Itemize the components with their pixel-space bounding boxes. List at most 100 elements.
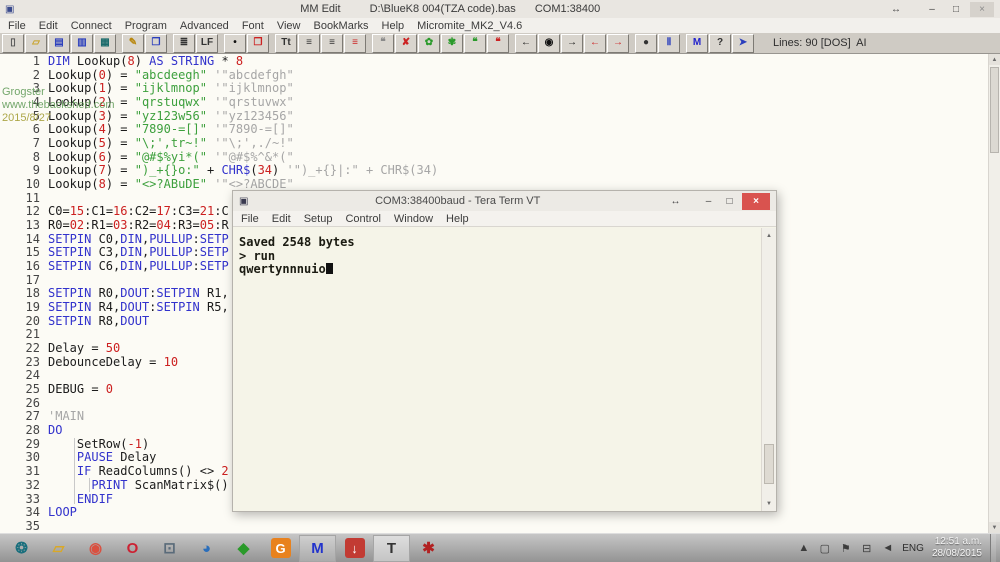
comment-bubble-button[interactable]: ❝ bbox=[372, 34, 394, 53]
mmedit-home-button[interactable]: M bbox=[686, 34, 708, 53]
save-as-button[interactable]: ▥ bbox=[71, 34, 93, 53]
jump-back-button[interactable]: ← bbox=[584, 34, 606, 53]
editor-scrollbar-thumb[interactable] bbox=[990, 67, 999, 153]
menu-item-file[interactable]: File bbox=[8, 20, 26, 32]
jump-forward-button[interactable]: → bbox=[607, 34, 629, 53]
mmedit-window-buttons: ↔ –□ × bbox=[886, 2, 994, 17]
menu-item-help[interactable]: Help bbox=[446, 213, 469, 225]
align-marked-button[interactable]: ≡ bbox=[344, 34, 366, 53]
menu-item-advanced[interactable]: Advanced bbox=[180, 20, 229, 32]
code-segment: Lookup( bbox=[48, 177, 99, 191]
nav-forward-button[interactable]: → bbox=[561, 34, 583, 53]
resource-hacker-shortcut[interactable]: ✱ bbox=[410, 535, 447, 562]
scroll-down-icon[interactable]: ▼ bbox=[762, 498, 776, 509]
tt-minimize-button[interactable]: – bbox=[700, 194, 717, 209]
menu-item-program[interactable]: Program bbox=[125, 20, 167, 32]
tt-maximize-button[interactable]: □ bbox=[721, 194, 738, 209]
chrome-shortcut[interactable]: ◉ bbox=[77, 535, 114, 562]
volume-icon[interactable]: ◄ bbox=[877, 535, 898, 562]
show-desktop-button[interactable] bbox=[990, 534, 996, 562]
menu-item-connect[interactable]: Connect bbox=[71, 20, 112, 32]
menu-item-setup[interactable]: Setup bbox=[304, 213, 333, 225]
start-button[interactable]: ❂ bbox=[3, 535, 40, 562]
menu-item-edit[interactable]: Edit bbox=[272, 213, 291, 225]
bullet-button[interactable]: • bbox=[224, 34, 246, 53]
menu-item-file[interactable]: File bbox=[241, 213, 259, 225]
grab-drop-button[interactable]: ✾ bbox=[441, 34, 463, 53]
scroll-down-icon[interactable]: ▼ bbox=[989, 522, 1000, 533]
opera-shortcut[interactable]: O bbox=[114, 535, 151, 562]
menu-item-view[interactable]: View bbox=[277, 20, 301, 32]
menu-item-micromite_mk2_v4.6[interactable]: Micromite_MK2_V4.6 bbox=[417, 20, 522, 32]
delete-block-button[interactable]: ✘ bbox=[395, 34, 417, 53]
code-segment: 2 bbox=[99, 95, 106, 109]
mm-close-button[interactable]: × bbox=[970, 2, 994, 17]
print-button[interactable]: ▦ bbox=[94, 34, 116, 53]
terminal-scrollbar-thumb[interactable] bbox=[764, 444, 774, 484]
line-number: 28 bbox=[0, 424, 48, 438]
teraterm-taskbar-button[interactable]: T bbox=[373, 535, 410, 562]
clock[interactable]: 12:51 a.m. 28/08/2015 bbox=[932, 536, 982, 560]
pdf-tool-shortcut[interactable]: G bbox=[262, 535, 299, 562]
menu-item-control[interactable]: Control bbox=[345, 213, 380, 225]
run-program-button[interactable]: ➤ bbox=[732, 34, 754, 53]
code-segment: 1 bbox=[99, 81, 106, 95]
erase-chip-button[interactable]: ● bbox=[635, 34, 657, 53]
mm-resize-button[interactable]: ↔ bbox=[886, 2, 906, 17]
editor-scrollbar[interactable]: ▲ ▼ bbox=[988, 54, 1000, 533]
align-left-button[interactable]: ≡ bbox=[298, 34, 320, 53]
language-indicator[interactable]: ENG bbox=[902, 543, 924, 554]
menu-item-window[interactable]: Window bbox=[394, 213, 433, 225]
paste-block-button[interactable]: ❒ bbox=[247, 34, 269, 53]
tt-close-button[interactable]: × bbox=[742, 193, 770, 210]
font-button[interactable]: Tt bbox=[275, 34, 297, 53]
file-explorer-shortcut[interactable]: ▱ bbox=[40, 535, 77, 562]
teraterm-titlebar[interactable]: ▣ COM3:38400baud - Tera Term VT ↔–□× bbox=[233, 191, 776, 212]
line-feed-button[interactable]: LF bbox=[196, 34, 218, 53]
hidden-icons-button[interactable]: ▲ bbox=[793, 535, 814, 562]
terminal-scrollbar[interactable]: ▲ ▼ bbox=[761, 228, 776, 511]
help-button[interactable]: ? bbox=[709, 34, 731, 53]
line-number: 9 bbox=[0, 164, 48, 178]
bubble-add-button[interactable]: ❝ bbox=[464, 34, 486, 53]
menu-item-edit[interactable]: Edit bbox=[39, 20, 58, 32]
columns-button[interactable]: Ⅱ bbox=[658, 34, 680, 53]
line-number: 23 bbox=[0, 356, 48, 370]
align-right-button[interactable]: ≡ bbox=[321, 34, 343, 53]
action-center-icon[interactable]: ▢ bbox=[814, 535, 835, 562]
editor-status-text: Lines: 90 [DOS] AI bbox=[773, 37, 867, 49]
usb-device-shortcut[interactable]: ◆ bbox=[225, 535, 262, 562]
line-list-button[interactable]: ≣ bbox=[173, 34, 195, 53]
save-file-button[interactable]: ▤ bbox=[48, 34, 70, 53]
thunderbird-shortcut[interactable]: ◕ bbox=[188, 535, 225, 562]
code-segment: 0 bbox=[99, 68, 106, 82]
mm-minimize-button[interactable]: – bbox=[922, 2, 942, 17]
copy-button[interactable]: ❐ bbox=[145, 34, 167, 53]
nav-target-button[interactable]: ◉ bbox=[538, 34, 560, 53]
menu-item-font[interactable]: Font bbox=[242, 20, 264, 32]
paste-block-button-icon: ❒ bbox=[254, 38, 263, 48]
network-icon[interactable]: ⊟ bbox=[856, 535, 877, 562]
mm-maximize-button[interactable]: □ bbox=[946, 2, 966, 17]
file-explorer-shortcut-icon: ▱ bbox=[53, 541, 65, 556]
bubble-remove-button[interactable]: ❝ bbox=[487, 34, 509, 53]
mmedit-taskbar-button[interactable]: M bbox=[299, 535, 336, 562]
mmedit-titlebar[interactable]: ▣ MM Edit D:\BlueK8 004(TZA code).bas CO… bbox=[0, 0, 1000, 19]
menu-item-bookmarks[interactable]: BookMarks bbox=[313, 20, 368, 32]
tv-capture-shortcut[interactable]: ↓ bbox=[336, 535, 373, 562]
scroll-up-icon[interactable]: ▲ bbox=[989, 54, 1000, 65]
nav-back-button[interactable]: ← bbox=[515, 34, 537, 53]
hidden-icons-button-icon: ▲ bbox=[798, 542, 809, 554]
tt-resize-button[interactable]: ↔ bbox=[667, 194, 684, 209]
scroll-up-icon[interactable]: ▲ bbox=[762, 230, 776, 241]
grab-tool-button[interactable]: ✿ bbox=[418, 34, 440, 53]
new-file-button[interactable]: ▯ bbox=[2, 34, 24, 53]
remote-viewer-shortcut[interactable]: ⊡ bbox=[151, 535, 188, 562]
teraterm-taskbar-button-icon: T bbox=[387, 541, 396, 556]
code-segment: "qrstuqwx" bbox=[135, 95, 207, 109]
menu-item-help[interactable]: Help bbox=[382, 20, 405, 32]
flag-status-icon[interactable]: ⚑ bbox=[835, 535, 856, 562]
terminal-output[interactable]: Saved 2548 bytes> runqwertynnnuio bbox=[233, 228, 762, 511]
edit-pen-button[interactable]: ✎ bbox=[122, 34, 144, 53]
open-file-button[interactable]: ▱ bbox=[25, 34, 47, 53]
